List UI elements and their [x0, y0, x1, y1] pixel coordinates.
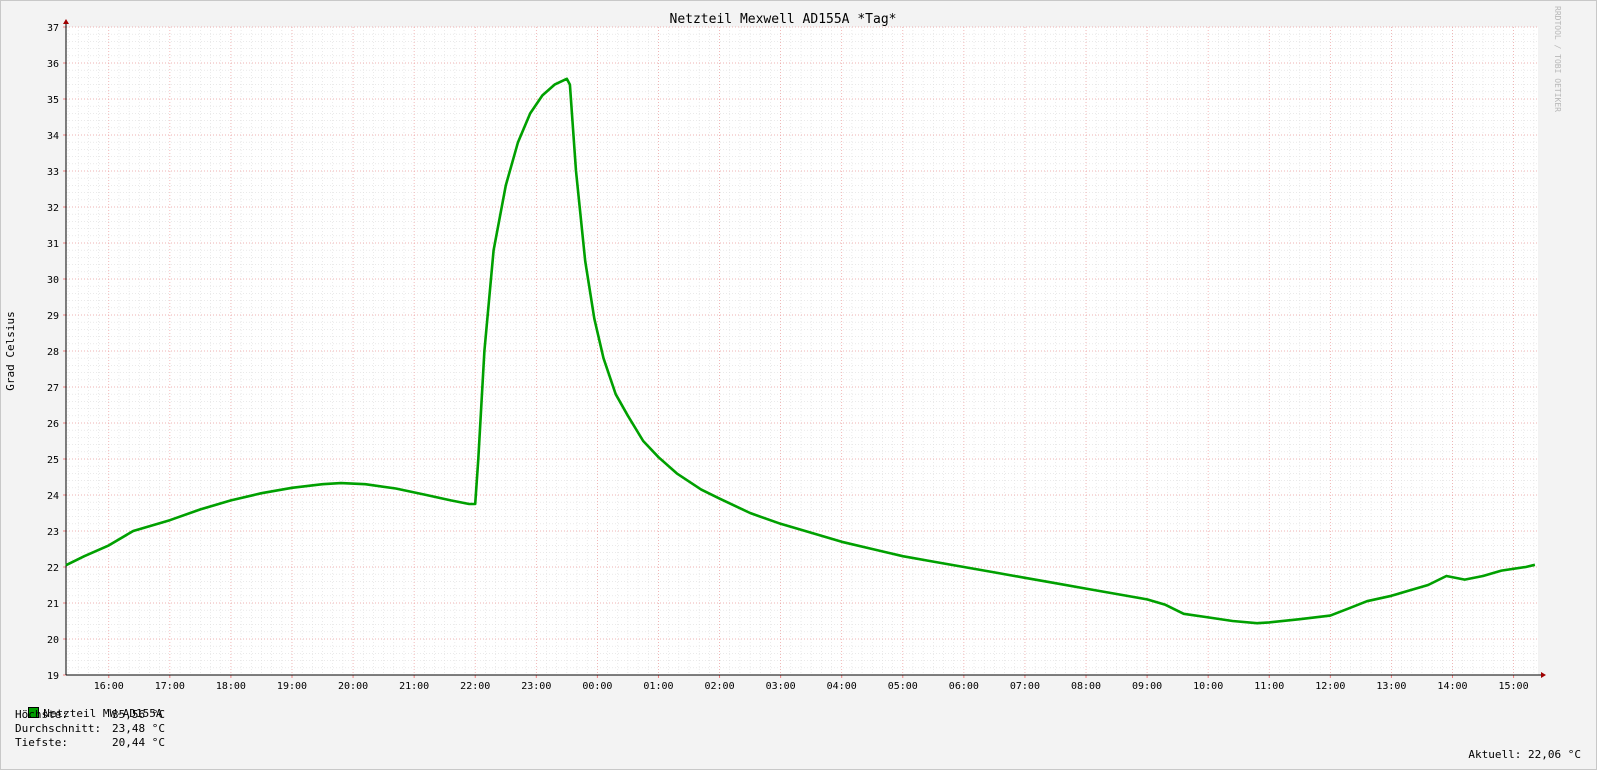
- y-tick-label: 35: [47, 95, 59, 106]
- x-tick-label: 12:00: [1315, 681, 1345, 692]
- y-tick-label: 31: [47, 239, 59, 250]
- x-tick-label: 14:00: [1437, 681, 1467, 692]
- x-tick-label: 03:00: [766, 681, 796, 692]
- x-tick-labels: 16:00 17:00 18:00 19:00 20:00 21:00 22:00 23:00…: [94, 681, 1529, 692]
- legend-max-value: 35,56 °C: [112, 708, 165, 721]
- y-tick-label: 32: [47, 203, 59, 214]
- legend-avg-value: 23,48 °C: [112, 722, 165, 735]
- y-tick-label: 20: [47, 635, 59, 646]
- chart-title: Netzteil Mexwell AD155A *Tag*: [670, 12, 897, 27]
- x-tick-label: 15:00: [1499, 681, 1529, 692]
- x-tick-label: 17:00: [155, 681, 185, 692]
- y-tick-label: 33: [47, 167, 59, 178]
- watermark: RRDTOOL / TOBI OETIKER: [1553, 6, 1562, 112]
- y-tick-label: 34: [47, 131, 59, 142]
- x-axis-arrow: [1541, 672, 1546, 678]
- legend-min-value: 20,44 °C: [112, 736, 165, 749]
- y-tick-label: 19: [47, 671, 59, 682]
- x-tick-label: 02:00: [704, 681, 734, 692]
- y-axis-arrow: [63, 19, 69, 24]
- y-tick-label: 27: [47, 383, 59, 394]
- y-tick-label: 37: [47, 23, 59, 34]
- legend-min-label: Tiefste:: [15, 736, 68, 749]
- legend-max-row: Höchste: 35,56 °C: [15, 708, 165, 721]
- x-tick-label: 06:00: [949, 681, 979, 692]
- x-tick-label: 11:00: [1254, 681, 1284, 692]
- y-tick-label: 21: [47, 599, 59, 610]
- temperature-chart: 19 20 21 22 23 24 25 26 27 28 29 30 31 32 33 34 35 36 37 1…: [4, 6, 1562, 692]
- y-tick-label: 26: [47, 419, 59, 430]
- x-tick-label: 13:00: [1376, 681, 1406, 692]
- y-tick-label: 23: [47, 527, 59, 538]
- x-tick-label: 00:00: [582, 681, 612, 692]
- x-tick-label: 18:00: [216, 681, 246, 692]
- x-tick-label: 01:00: [643, 681, 673, 692]
- y-tick-label: 22: [47, 563, 59, 574]
- legend-avg-row: Durchschnitt: 23,48 °C: [15, 722, 165, 735]
- legend-avg-label: Durchschnitt:: [15, 722, 102, 735]
- x-tick-label: 19:00: [277, 681, 307, 692]
- y-tick-label: 25: [47, 455, 59, 466]
- x-tick-label: 16:00: [94, 681, 124, 692]
- y-tick-label: 30: [47, 275, 59, 286]
- x-tick-label: 09:00: [1132, 681, 1162, 692]
- legend-min-row: Tiefste: 20,44 °C: [15, 736, 165, 749]
- y-tick-label: 28: [47, 347, 59, 358]
- x-tick-label: 10:00: [1193, 681, 1223, 692]
- y-tick-label: 24: [47, 491, 59, 502]
- x-tick-label: 20:00: [338, 681, 368, 692]
- x-tick-label: 04:00: [827, 681, 857, 692]
- x-tick-label: 08:00: [1071, 681, 1101, 692]
- legend-current-label: Aktuell:: [1468, 748, 1522, 761]
- y-tick-label: 36: [47, 59, 59, 70]
- x-tick-label: 07:00: [1010, 681, 1040, 692]
- x-tick-label: 23:00: [521, 681, 551, 692]
- x-tick-label: 05:00: [888, 681, 918, 692]
- x-tick-label: 22:00: [460, 681, 490, 692]
- x-tick-label: 21:00: [399, 681, 429, 692]
- legend-current: Aktuell: 22,06 °C: [1468, 748, 1581, 761]
- y-axis-label: Grad Celsius: [4, 311, 17, 390]
- y-tick-labels: 19 20 21 22 23 24 25 26 27 28 29 30 31 32 33 34 35 36 37: [47, 23, 59, 682]
- legend-max-label: Höchste:: [15, 708, 68, 721]
- y-tick-label: 29: [47, 311, 59, 322]
- legend-current-value: 22,06 °C: [1528, 748, 1581, 761]
